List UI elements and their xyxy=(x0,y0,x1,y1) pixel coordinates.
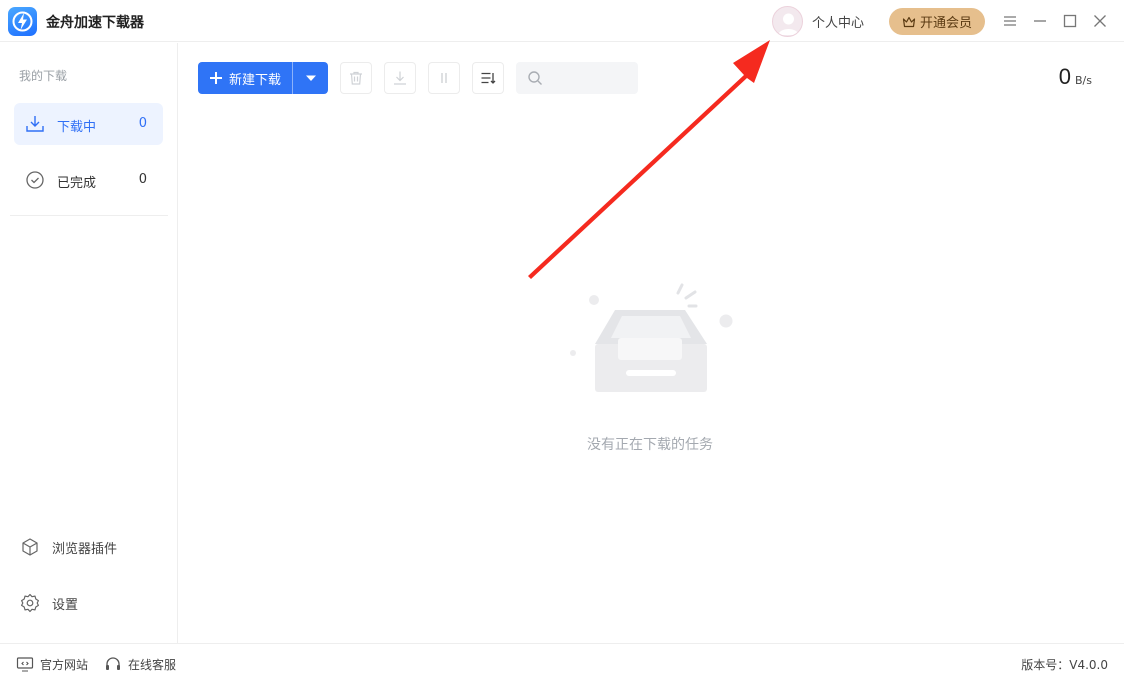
speed-value: 0 xyxy=(1058,64,1072,89)
start-all-button[interactable] xyxy=(384,62,416,94)
sidebar-item-label: 已完成 xyxy=(57,176,97,191)
headset-icon xyxy=(106,657,120,670)
download-icon xyxy=(26,116,44,132)
sidebar-item-label: 下载中 xyxy=(57,120,97,135)
check-circle-icon xyxy=(26,171,44,189)
trash-icon xyxy=(350,71,362,85)
speed-indicator: 0 B/s xyxy=(1059,64,1092,90)
cube-icon xyxy=(22,538,38,556)
plus-icon xyxy=(209,72,222,84)
speed-unit: B/s xyxy=(1075,74,1092,87)
minimize-icon[interactable] xyxy=(1030,11,1050,31)
sidebar-item-count: 0 xyxy=(138,172,147,187)
close-icon[interactable] xyxy=(1090,11,1110,31)
sort-button[interactable] xyxy=(472,62,504,94)
maximize-icon[interactable] xyxy=(1060,11,1080,31)
search-input[interactable] xyxy=(550,68,630,88)
sidebar-item-completed[interactable]: 已完成 0 xyxy=(14,159,163,201)
sidebar-item-count: 0 xyxy=(138,116,147,131)
new-download-dropdown[interactable] xyxy=(293,62,328,94)
avatar[interactable] xyxy=(772,6,803,37)
footer: 官方网站 在线客服 版本号：V4.0.0 xyxy=(0,643,1124,684)
sidebar-item-label: 浏览器插件 xyxy=(52,541,118,557)
sidebar-item-downloading[interactable]: 下载中 0 xyxy=(14,103,163,145)
title-bar: 金舟加速下载器 个人中心 开通会员 xyxy=(0,0,1124,42)
monitor-icon xyxy=(16,657,34,672)
sidebar-item-label: 设置 xyxy=(52,597,79,613)
pause-all-button[interactable] xyxy=(428,62,460,94)
empty-state-text: 没有正在下载的任务 xyxy=(587,437,713,453)
section-label: 我的下载 xyxy=(19,69,68,83)
pause-icon xyxy=(441,73,447,83)
new-download-label: 新建下载 xyxy=(228,72,281,88)
new-download-button[interactable]: 新建下载 xyxy=(198,62,293,94)
version-label: 版本号：V4.0.0 xyxy=(1021,658,1108,672)
empty-box-illustration xyxy=(570,283,733,392)
user-center-link[interactable]: 个人中心 xyxy=(812,12,864,31)
delete-button[interactable] xyxy=(340,62,372,94)
gear-icon xyxy=(21,593,39,613)
vip-label: 开通会员 xyxy=(919,16,972,31)
caret-down-icon xyxy=(305,75,316,81)
search-icon xyxy=(528,71,542,85)
official-website-link[interactable]: 官方网站 xyxy=(16,655,88,673)
online-support-link[interactable]: 在线客服 xyxy=(104,655,176,673)
support-label: 在线客服 xyxy=(128,657,177,672)
vip-button[interactable]: 开通会员 xyxy=(889,8,985,35)
sidebar-item-browser-plugin[interactable]: 浏览器插件 xyxy=(20,535,117,559)
sidebar-divider xyxy=(10,215,168,216)
website-label: 官方网站 xyxy=(40,657,89,672)
download-icon xyxy=(394,71,406,85)
sidebar: 我的下载 下载中 0 已完成 0 浏览器插件 设置 xyxy=(0,43,178,643)
lightning-bolt-icon xyxy=(8,7,37,36)
menu-icon[interactable] xyxy=(1000,11,1020,31)
crown-icon xyxy=(902,16,916,27)
sort-icon xyxy=(481,72,496,84)
search-box[interactable] xyxy=(516,62,638,94)
sidebar-item-settings[interactable]: 设置 xyxy=(20,591,78,615)
new-download-button-group: 新建下载 xyxy=(198,62,328,94)
app-title: 金舟加速下载器 xyxy=(46,15,144,31)
